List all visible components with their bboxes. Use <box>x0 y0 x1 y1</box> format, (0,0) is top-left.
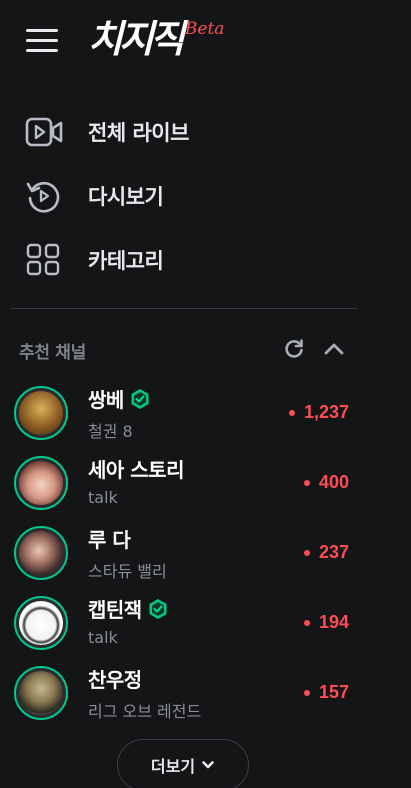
replay-icon <box>26 181 60 213</box>
recommended-title: 추천 채널 <box>19 343 86 363</box>
channel-name: 루 다 <box>88 528 131 552</box>
channel-name: 캡틴잭 <box>88 598 142 622</box>
hamburger-menu-icon[interactable] <box>26 29 58 53</box>
logo[interactable]: 치지직 Beta <box>88 15 224 63</box>
channel-category: talk <box>88 488 118 507</box>
live-dot-icon <box>288 409 295 416</box>
verified-badge-icon <box>149 598 167 619</box>
channel-category: 철권 8 <box>88 422 133 441</box>
verified-badge-icon <box>131 388 149 409</box>
viewer-count: 237 <box>303 542 349 563</box>
viewer-count-value: 1,237 <box>303 402 349 422</box>
channel-name: 쌍베 <box>88 388 124 412</box>
show-more-label: 더보기 <box>150 757 196 776</box>
channel-category: 리그 오브 레전드 <box>88 702 202 721</box>
channel-item[interactable]: 찬우정 리그 오브 레전드 157 <box>0 660 411 730</box>
nav-item-all-live[interactable]: 전체 라이브 <box>0 100 411 164</box>
live-dot-icon <box>303 619 310 626</box>
viewer-count-value: 157 <box>318 682 349 702</box>
viewer-count: 1,237 <box>288 402 349 423</box>
channel-name: 세아 스토리 <box>88 458 184 482</box>
viewer-count: 400 <box>303 472 349 493</box>
viewer-count: 194 <box>303 612 349 633</box>
nav-item-category[interactable]: 카테고리 <box>0 228 411 292</box>
beta-badge: Beta <box>184 19 225 39</box>
channel-avatar <box>14 386 68 440</box>
nav-label-category: 카테고리 <box>88 249 164 273</box>
logo-text: 치지직 <box>88 17 185 61</box>
show-more-button[interactable]: 더보기 <box>117 739 249 788</box>
channel-avatar <box>14 596 68 650</box>
live-dot-icon <box>303 689 310 696</box>
nav-item-replay[interactable]: 다시보기 <box>0 164 411 228</box>
video-icon <box>25 117 63 147</box>
viewer-count-value: 194 <box>318 612 349 632</box>
chevron-up-icon[interactable] <box>322 338 346 360</box>
chevron-down-icon <box>202 761 214 769</box>
recommended-header: 추천 채널 <box>0 330 411 368</box>
channel-avatar <box>14 456 68 510</box>
channel-item[interactable]: 세아 스토리 talk 400 <box>0 450 411 520</box>
live-dot-icon <box>303 479 310 486</box>
recommended-channel-list: 쌍베 철권 8 1,237 세아 스토리 talk 400 루 다 스타듀 밸리… <box>0 380 411 730</box>
viewer-count-value: 237 <box>318 542 349 562</box>
viewer-count: 157 <box>303 682 349 703</box>
main-nav: 전체 라이브 다시보기 카테고리 <box>0 100 411 292</box>
channel-category: 스타듀 밸리 <box>88 562 167 581</box>
channel-name: 찬우정 <box>88 668 142 692</box>
channel-category: talk <box>88 628 118 647</box>
channel-item[interactable]: 캡틴잭 talk 194 <box>0 590 411 660</box>
channel-item[interactable]: 쌍베 철권 8 1,237 <box>0 380 411 450</box>
nav-label-all-live: 전체 라이브 <box>88 121 189 145</box>
channel-item[interactable]: 루 다 스타듀 밸리 237 <box>0 520 411 590</box>
divider <box>11 308 357 309</box>
refresh-icon[interactable] <box>283 338 305 360</box>
nav-label-replay: 다시보기 <box>88 185 164 209</box>
channel-avatar <box>14 666 68 720</box>
channel-avatar <box>14 526 68 580</box>
viewer-count-value: 400 <box>318 472 349 492</box>
sidebar: 치지직 Beta 전체 라이브 다시보기 카테고리 추천 채널 쌍베 철권 8 … <box>0 0 411 788</box>
live-dot-icon <box>303 549 310 556</box>
category-grid-icon <box>26 243 60 276</box>
